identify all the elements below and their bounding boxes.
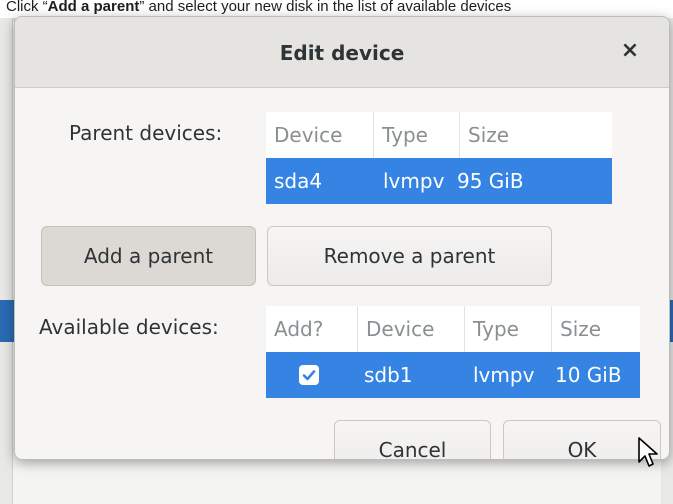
- edit-device-dialog: Edit device × Parent devices: Device Typ…: [14, 16, 670, 460]
- dialog-titlebar: Edit device ×: [15, 17, 669, 88]
- row-type: lvmpv: [473, 363, 535, 387]
- screenshot-stage: Click “Add a parent” and select your new…: [0, 0, 673, 504]
- table-row[interactable]: sda4 lvmpv 95 GiB: [266, 158, 612, 204]
- column-header-type[interactable]: Type: [465, 306, 552, 352]
- table-row[interactable]: sdb1 lvmpv 10 GiB: [266, 352, 640, 398]
- instruction-bold: Add a parent: [47, 0, 140, 15]
- column-header-add[interactable]: Add?: [266, 306, 358, 352]
- close-icon[interactable]: ×: [615, 36, 645, 66]
- add-checkbox[interactable]: [299, 365, 319, 385]
- parent-devices-table[interactable]: Device Type Size sda4 lvmpv 95 GiB: [266, 112, 612, 204]
- column-header-device[interactable]: Device: [358, 306, 465, 352]
- parent-devices-header: Device Type Size: [266, 112, 612, 158]
- available-devices-table[interactable]: Add? Device Type Size sdb1 lvmpv 10 GiB: [266, 306, 640, 398]
- mouse-pointer-icon: [638, 437, 658, 467]
- dialog-title: Edit device: [279, 41, 405, 65]
- available-devices-label: Available devices:: [39, 315, 219, 339]
- remove-parent-button[interactable]: Remove a parent: [267, 226, 552, 286]
- parent-devices-label: Parent devices:: [69, 121, 223, 145]
- cancel-button[interactable]: Cancel: [334, 420, 491, 459]
- row-size: 95 GiB: [457, 169, 524, 193]
- add-parent-button[interactable]: Add a parent: [41, 226, 256, 286]
- check-icon: [302, 370, 316, 381]
- background-window-left: [0, 18, 13, 504]
- row-size: 10 GiB: [555, 363, 622, 387]
- column-header-size[interactable]: Size: [460, 112, 612, 158]
- row-type: lvmpv: [383, 169, 445, 193]
- available-devices-header: Add? Device Type Size: [266, 306, 640, 352]
- column-header-size[interactable]: Size: [552, 306, 640, 352]
- instruction-prefix: Click “: [6, 0, 48, 15]
- instruction-suffix: ” and select your new disk in the list o…: [139, 0, 512, 15]
- column-header-type[interactable]: Type: [374, 112, 460, 158]
- column-header-device[interactable]: Device: [266, 112, 374, 158]
- row-device: sda4: [274, 169, 323, 193]
- row-device: sdb1: [364, 363, 413, 387]
